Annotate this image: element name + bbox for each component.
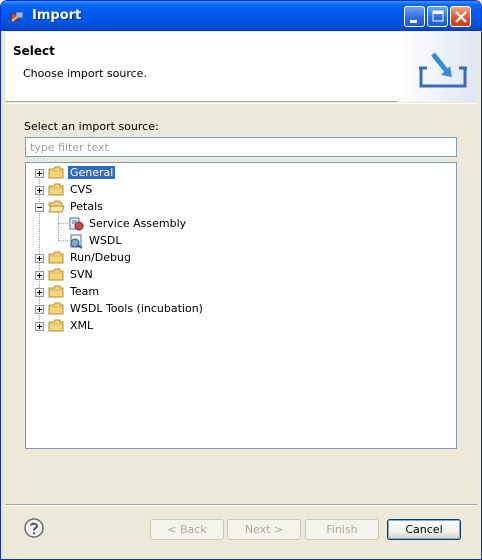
tree-item-wsdl[interactable]: WSDL	[26, 233, 426, 250]
banner-separator	[5, 103, 477, 104]
help-icon[interactable]	[24, 518, 44, 538]
folder-icon	[48, 268, 64, 281]
folder-icon	[48, 251, 64, 264]
tree-item-label: Service Assembly	[89, 217, 187, 230]
tree-item-label: General	[68, 166, 116, 179]
tree-item-petals[interactable]: Petals	[26, 199, 426, 216]
expand-icon[interactable]	[35, 288, 44, 297]
finish-button[interactable]: Finish	[305, 519, 379, 540]
close-button[interactable]	[450, 6, 471, 27]
page-title: Select	[13, 44, 55, 58]
folder-icon	[48, 183, 64, 196]
footer-separator	[5, 504, 477, 506]
expand-icon[interactable]	[35, 271, 44, 280]
tree-item-xml[interactable]: XML	[26, 318, 426, 335]
import-dialog: Import Select Choose import source. Sele…	[0, 0, 482, 560]
maximize-icon	[432, 10, 444, 22]
filter-input[interactable]	[25, 137, 457, 157]
tree-item-label: Run/Debug	[70, 251, 131, 264]
tree-item-cvs[interactable]: CVS	[26, 182, 426, 199]
minimize-icon	[410, 20, 417, 23]
tree-item-label: WSDL Tools (incubation)	[70, 302, 203, 315]
tree-item-svn[interactable]: SVN	[26, 267, 426, 284]
folder-icon	[48, 302, 64, 315]
close-icon	[455, 11, 467, 23]
title-bar[interactable]: Import	[1, 1, 481, 31]
tree-item-general[interactable]: General	[26, 165, 426, 182]
folder-icon	[48, 319, 64, 332]
tree-item-service-assembly[interactable]: Service Assembly	[26, 216, 426, 233]
tree-item-label: CVS	[70, 183, 93, 196]
maximize-button[interactable]	[427, 6, 448, 27]
window-title: Import	[32, 8, 82, 23]
tree-item-label: Team	[70, 285, 100, 298]
expand-icon[interactable]	[35, 305, 44, 314]
next-button[interactable]: Next >	[227, 519, 301, 540]
folder-open-icon	[48, 200, 65, 213]
folder-icon	[48, 285, 64, 298]
expand-icon[interactable]	[35, 169, 44, 178]
expand-icon[interactable]	[35, 254, 44, 263]
collapse-icon[interactable]	[35, 203, 44, 212]
tree-item-team[interactable]: Team	[26, 284, 426, 301]
minimize-button[interactable]	[404, 6, 425, 27]
tree-item-label: WSDL	[89, 234, 122, 247]
import-wizard-icon	[10, 11, 24, 22]
expand-icon[interactable]	[35, 186, 44, 195]
cancel-button[interactable]: Cancel	[387, 519, 461, 540]
wizard-banner: Select Choose import source.	[5, 32, 477, 102]
page-description: Choose import source.	[23, 67, 147, 80]
service-assembly-icon	[69, 217, 84, 231]
import-source-tree[interactable]: General CVS Petals Service Assembly WSDL…	[25, 162, 457, 449]
back-button[interactable]: < Back	[150, 519, 224, 540]
tree-item-label: Petals	[70, 200, 103, 213]
tree-item-run-debug[interactable]: Run/Debug	[26, 250, 426, 267]
source-label: Select an import source:	[24, 120, 159, 133]
import-banner-icon	[397, 32, 477, 102]
folder-icon	[48, 166, 64, 179]
wsdl-icon	[70, 234, 83, 249]
tree-item-label: SVN	[70, 268, 93, 281]
expand-icon[interactable]	[35, 322, 44, 331]
tree-item-wsdl-tools[interactable]: WSDL Tools (incubation)	[26, 301, 426, 318]
tree-item-label: XML	[70, 319, 94, 332]
